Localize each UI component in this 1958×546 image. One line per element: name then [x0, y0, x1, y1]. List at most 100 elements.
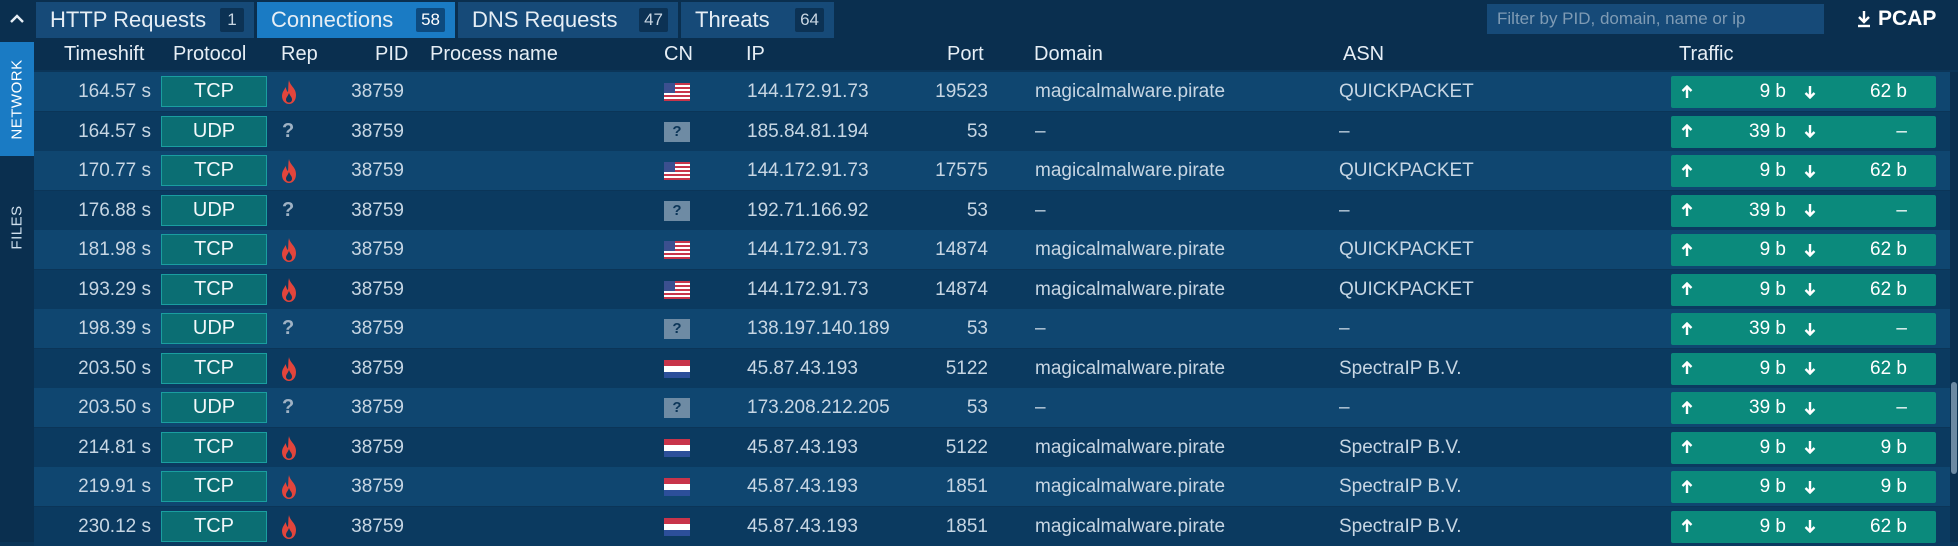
table-row[interactable]: 219.91 s TCP 38759 45.87.43.193 1851 magicalm…: [34, 467, 1950, 506]
column-header-port[interactable]: Port: [947, 38, 984, 70]
side-tab-label: NETWORK: [8, 58, 26, 140]
tab-label: DNS Requests: [472, 7, 618, 32]
column-header-cn[interactable]: CN: [664, 38, 693, 70]
column-header-asn[interactable]: ASN: [1343, 38, 1384, 70]
asn-cell: SpectraIP B.V.: [1339, 515, 1462, 537]
table-row[interactable]: 193.29 s TCP 38759 144.172.91.73 14874 magica…: [34, 269, 1950, 309]
table-row[interactable]: 170.77 s TCP 38759 144.172.91.73 17575 magica…: [34, 151, 1950, 190]
traffic-down-value: –: [1896, 120, 1907, 142]
arrow-down-icon: [1804, 313, 1816, 345]
domain-cell[interactable]: magicalmalware.pirate: [1035, 428, 1325, 467]
ip-cell[interactable]: 173.208.212.205: [747, 388, 937, 427]
domain-cell[interactable]: magicalmalware.pirate: [1035, 270, 1325, 309]
pid-cell: 38759: [351, 120, 404, 142]
domain-cell[interactable]: magicalmalware.pirate: [1035, 72, 1325, 111]
asn-cell: QUICKPACKET: [1339, 81, 1474, 102]
ip-cell[interactable]: 45.87.43.193: [747, 507, 937, 546]
timeshift-cell: 176.88 s: [78, 199, 151, 221]
arrow-down-icon: [1804, 432, 1816, 464]
domain-cell[interactable]: magicalmalware.pirate: [1035, 349, 1325, 388]
tab-threats[interactable]: Threats 64: [681, 2, 834, 38]
tab-connections[interactable]: Connections 58: [257, 2, 455, 38]
arrow-down-icon: [1804, 155, 1816, 187]
process-name-cell: [430, 428, 650, 467]
ip-cell[interactable]: 144.172.91.73: [747, 151, 937, 190]
ip-cell[interactable]: 144.172.91.73: [747, 72, 937, 111]
fire-icon: [276, 236, 302, 264]
scrollbar-thumb[interactable]: [1951, 382, 1957, 474]
traffic-down-value: 62 b: [1870, 357, 1907, 379]
domain-cell[interactable]: –: [1035, 112, 1325, 151]
port-cell: 1851: [945, 515, 988, 537]
arrow-down-icon: [1804, 116, 1816, 148]
traffic-down-value: –: [1896, 199, 1907, 221]
domain-cell[interactable]: magicalmalware.pirate: [1035, 467, 1325, 506]
column-header-rep[interactable]: Rep: [281, 38, 318, 70]
domain-cell[interactable]: magicalmalware.pirate: [1035, 507, 1325, 546]
fire-icon: [276, 473, 302, 501]
traffic-cell: 9 b 62 b: [1671, 510, 1936, 543]
filter-input[interactable]: [1487, 4, 1824, 34]
pcap-download-button[interactable]: PCAP: [1856, 2, 1936, 36]
column-header-pid[interactable]: PID: [375, 38, 408, 70]
side-tab-network[interactable]: NETWORK: [0, 42, 34, 156]
ip-cell[interactable]: 144.172.91.73: [747, 270, 937, 309]
traffic-down-value: –: [1896, 318, 1907, 339]
ip-cell[interactable]: 192.71.166.92: [747, 191, 937, 230]
table-row[interactable]: 176.88 s UDP? 38759? 192.71.166.92 53– –39 b –: [34, 190, 1950, 230]
domain-cell[interactable]: –: [1035, 191, 1325, 230]
asn-cell: –: [1339, 318, 1350, 339]
column-header-ip[interactable]: IP: [746, 38, 765, 70]
table-row[interactable]: 230.12 s TCP 38759 45.87.43.193 1851 magicalm…: [34, 506, 1950, 546]
table-row[interactable]: 203.50 s UDP? 38759? 173.208.212.205 53– –39 …: [34, 388, 1950, 427]
traffic-up-value: 9 b: [1759, 515, 1786, 537]
table-row[interactable]: 164.57 s TCP 38759 144.172.91.73 19523 magica…: [34, 72, 1950, 111]
vertical-scrollbar[interactable]: [1950, 72, 1958, 542]
unknown-country-icon: ?: [664, 200, 690, 221]
traffic-cell: 39 b –: [1671, 392, 1936, 424]
fire-icon: [276, 78, 302, 106]
port-cell: 19523: [935, 81, 988, 102]
arrow-down-icon: [1804, 195, 1816, 227]
table-row[interactable]: 214.81 s TCP 38759 45.87.43.193 5122 magicalm…: [34, 427, 1950, 467]
domain-cell[interactable]: magicalmalware.pirate: [1035, 230, 1325, 269]
table-row[interactable]: 198.39 s UDP? 38759? 138.197.140.189 53– –39 …: [34, 309, 1950, 348]
protocol-badge: UDP: [161, 313, 267, 344]
column-header-traffic[interactable]: Traffic: [1679, 38, 1733, 70]
domain-cell[interactable]: magicalmalware.pirate: [1035, 151, 1325, 190]
column-header-domain[interactable]: Domain: [1034, 38, 1103, 70]
traffic-cell: 39 b –: [1671, 194, 1936, 227]
ip-cell[interactable]: 45.87.43.193: [747, 467, 937, 506]
table-row[interactable]: 164.57 s UDP? 38759? 185.84.81.194 53– –39 b –: [34, 111, 1950, 151]
arrow-up-icon: [1681, 313, 1693, 345]
column-header-process-name[interactable]: Process name: [430, 38, 558, 70]
flag-us-icon: [664, 83, 690, 101]
table-row[interactable]: 181.98 s TCP 38759 144.172.91.73 14874 magica…: [34, 230, 1950, 269]
ip-cell[interactable]: 45.87.43.193: [747, 428, 937, 467]
traffic-down-value: 62 b: [1870, 278, 1907, 300]
collapse-panel-button[interactable]: [0, 0, 34, 38]
column-header-protocol[interactable]: Protocol: [173, 38, 246, 70]
ip-cell[interactable]: 144.172.91.73: [747, 230, 937, 269]
ip-cell[interactable]: 185.84.81.194: [747, 112, 937, 151]
ip-cell[interactable]: 45.87.43.193: [747, 349, 937, 388]
tab-http-requests[interactable]: HTTP Requests 1: [36, 2, 254, 38]
fire-icon: [276, 434, 302, 462]
arrow-up-icon: [1681, 195, 1693, 227]
traffic-cell: 9 b 62 b: [1671, 352, 1936, 385]
timeshift-cell: 164.57 s: [78, 81, 151, 102]
download-icon: [1858, 11, 1870, 28]
protocol-badge: TCP: [161, 76, 267, 107]
asn-cell: SpectraIP B.V.: [1339, 476, 1462, 497]
column-header-timeshift[interactable]: Timeshift: [64, 38, 144, 70]
domain-cell[interactable]: –: [1035, 309, 1325, 348]
ip-cell[interactable]: 138.197.140.189: [747, 309, 937, 348]
side-tab-label: FILES: [8, 204, 26, 250]
asn-cell: QUICKPACKET: [1339, 239, 1474, 260]
table-row[interactable]: 203.50 s TCP 38759 45.87.43.193 5122 magicalm…: [34, 348, 1950, 388]
tab-dns-requests[interactable]: DNS Requests 47: [458, 2, 678, 38]
side-tab-files[interactable]: FILES: [0, 170, 34, 284]
pid-cell: 38759: [351, 278, 404, 300]
tab-count-badge: 64: [795, 8, 824, 32]
domain-cell[interactable]: –: [1035, 388, 1325, 427]
